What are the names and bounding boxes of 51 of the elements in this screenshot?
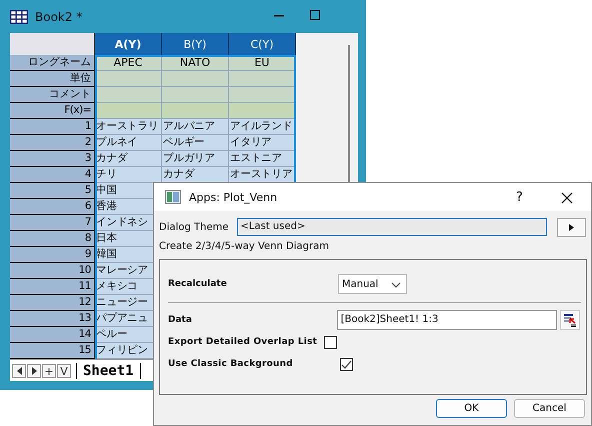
table-cell[interactable]: チリ — [95, 167, 162, 183]
table-cell[interactable]: オーストラリ — [95, 119, 162, 135]
table-cell[interactable]: ベルギー — [162, 135, 229, 151]
column-header[interactable]: B(Y) — [162, 33, 229, 55]
table-cell[interactable]: オーストリア — [229, 167, 296, 183]
help-button[interactable]: ? — [516, 190, 523, 205]
sheet-nav-button[interactable]: V — [57, 364, 71, 378]
field-label: Data — [168, 315, 193, 325]
table-cell[interactable]: カナダ — [162, 167, 229, 183]
row-header[interactable]: 14 — [10, 327, 95, 343]
table-cell[interactable]: アルバニア — [162, 119, 229, 135]
row-header[interactable]: 単位 — [10, 71, 95, 87]
table-cell[interactable]: カナダ — [95, 151, 162, 167]
table-cell[interactable]: ブルガリア — [162, 151, 229, 167]
row-header[interactable]: 1 — [10, 119, 95, 135]
row-header[interactable]: F(x)= — [10, 103, 95, 119]
row-header[interactable]: 11 — [10, 279, 95, 295]
table-cell[interactable]: アイルランド — [229, 119, 296, 135]
row-header[interactable]: 13 — [10, 311, 95, 327]
sheet-tab[interactable]: Sheet1 — [76, 363, 141, 379]
checkbox-label: Use Classic Background — [168, 359, 293, 369]
row-header[interactable]: 2 — [10, 135, 95, 151]
row-header[interactable]: 7 — [10, 215, 95, 231]
dialog-title: Apps: Plot_Venn — [189, 190, 278, 204]
table-cell[interactable]: エストニア — [229, 151, 296, 167]
row-header[interactable]: コメント — [10, 87, 95, 103]
field-label: Dialog Theme — [159, 222, 229, 232]
column-header[interactable]: A(Y) — [95, 33, 162, 55]
recalculate-dropdown[interactable]: Manual — [338, 274, 407, 294]
table-cell[interactable]: ブルネイ — [95, 135, 162, 151]
row-header[interactable]: 12 — [10, 295, 95, 311]
data-field[interactable]: [Book2]Sheet1! 1:3 — [336, 310, 558, 330]
table-cell[interactable]: イタリア — [229, 135, 296, 151]
row-header[interactable]: 8 — [10, 231, 95, 247]
row-header[interactable]: 5 — [10, 183, 95, 199]
column-header[interactable]: C(Y) — [229, 33, 296, 55]
row-header[interactable]: 6 — [10, 199, 95, 215]
description-text: Create 2/3/4/5-way Venn Diagram — [159, 241, 330, 254]
row-header[interactable]: ロングネーム — [10, 55, 95, 71]
window-title: Book2 * — [35, 10, 82, 24]
field-label: Recalculate — [168, 279, 228, 289]
checkbox-label: Export Detailed Overlap List — [168, 337, 318, 347]
row-header[interactable]: 10 — [10, 263, 95, 279]
row-header[interactable]: 9 — [10, 247, 95, 263]
row-header[interactable]: 3 — [10, 151, 95, 167]
theme-field[interactable]: <Last used> — [236, 218, 548, 236]
cancel-button[interactable]: Cancel — [514, 399, 585, 418]
sheet-nav-button[interactable]: + — [42, 364, 56, 378]
row-header[interactable]: 15 — [10, 343, 95, 359]
ok-button[interactable]: OK — [436, 399, 507, 418]
row-header[interactable]: 4 — [10, 167, 95, 183]
